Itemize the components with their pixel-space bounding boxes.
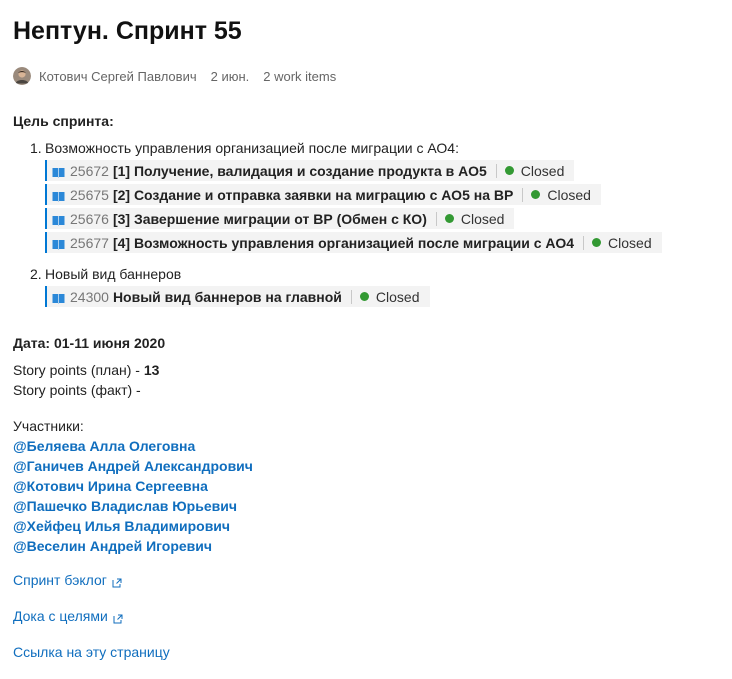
author-avatar[interactable] [13,67,31,85]
closed-state-dot [359,292,369,301]
work-item-title: [4] Возможность управления организацией … [112,234,575,251]
participant-mention[interactable]: @Котович Ирина Сергеевна [13,476,253,496]
participants-heading: Участники: [13,418,84,434]
goal-item: 2. Новый вид баннеров 24300 Новый вид ба… [13,266,713,310]
participant-mention[interactable]: @Беляева Алла Олеговна [13,436,253,456]
participant-mention[interactable]: @Пашечко Владислав Юрьевич [13,496,253,516]
book-icon [52,291,65,304]
participant-mention[interactable]: @Хейфец Илья Владимирович [13,516,253,536]
closed-state-dot [504,166,514,175]
work-item-id: 24300 [70,288,109,305]
work-item-pill[interactable]: 24300 Новый вид баннеров на главной Clos… [45,286,430,307]
goal-text: Новый вид баннеров [45,266,182,282]
goals-doc-link[interactable]: Дока с целями [13,607,170,625]
work-item-title: Новый вид баннеров на главной [112,288,342,305]
goal-number: 1. [30,140,42,156]
sprint-backlog-link-label: Спринт бэклог [13,572,107,588]
closed-state-dot [592,238,602,247]
goal-item: 1. Возможность управления организацией п… [13,140,713,256]
work-item-title: [3] Завершение миграции от ВР (Обмен с К… [112,210,427,227]
book-icon [52,165,65,178]
page-date: 2 июн. [210,68,250,84]
work-item-state: Closed [460,210,505,227]
pill-divider [435,211,437,226]
page-links: Спринт бэклог Дока с целями Ссылка на эт… [13,571,170,679]
page-permalink[interactable]: Ссылка на эту страницу [13,643,170,661]
page-permalink-label: Ссылка на эту страницу [13,644,170,660]
work-items-count: 2 work items [263,68,337,84]
work-item-id: 25672 [70,162,109,179]
author-name[interactable]: Котович Сергей Павлович [39,69,197,84]
participant-mention[interactable]: @Веселин Андрей Игоревич [13,536,253,556]
work-item-list: 24300 Новый вид баннеров на главной Clos… [45,286,713,310]
work-item-pill[interactable]: 25675 [2] Создание и отправка заявки на … [45,184,601,205]
work-item-state: Closed [375,288,420,305]
closed-state-dot [531,190,541,199]
goals-doc-link-label: Дока с целями [13,608,108,624]
book-icon [52,237,65,250]
pill-divider [583,235,585,250]
work-item-id: 25675 [70,186,109,203]
story-points-plan-value: 13 [143,362,160,378]
work-item-pill[interactable]: 25672 [1] Получение, валидация и создани… [45,160,575,181]
work-item-state: Closed [608,234,652,251]
sprint-facts: Дата: 01-11 июня 2020 Story points (план… [13,333,165,400]
work-item-id: 25677 [70,234,109,251]
work-item-pill[interactable]: 25676 [3] Завершение миграции от ВР (Обм… [45,208,515,229]
page-meta: Котович Сергей Павлович 2 июн. 2 work it… [13,66,336,86]
work-item-state: Closed [520,162,565,179]
sprint-backlog-link[interactable]: Спринт бэклог [13,571,170,589]
external-link-icon [112,575,122,588]
pill-divider [495,163,497,178]
work-item-id: 25676 [70,210,109,227]
work-item-title: [2] Создание и отправка заявки на миграц… [112,186,514,203]
story-points-plan-label: Story points (план) - [13,362,144,378]
work-item-title: [1] Получение, валидация и создание прод… [112,162,487,179]
goal-spacer [13,256,713,266]
sprint-date: Дата: 01-11 июня 2020 [13,335,166,351]
book-icon [52,189,65,202]
participant-mention[interactable]: @Ганичев Андрей Александрович [13,456,253,476]
participants-section: Участники: @Беляева Алла Олеговна @Ганич… [13,416,253,556]
page-title: Нептун. Спринт 55 [13,17,242,45]
pill-divider [522,187,524,202]
story-points-fact: Story points (факт) - [13,382,141,398]
goal-number: 2. [30,266,42,282]
closed-state-dot [444,214,454,223]
sprint-goal-heading: Цель спринта: [13,113,114,129]
story-points-plan: Story points (план) - 13 [13,360,165,380]
external-link-icon [113,611,123,624]
work-item-state: Closed [547,186,591,203]
sprint-goals-list: 1. Возможность управления организацией п… [13,140,713,310]
pill-divider [350,289,352,304]
goal-text: Возможность управления организацией посл… [45,140,459,156]
work-item-list: 25672 [1] Получение, валидация и создани… [45,160,713,256]
book-icon [52,213,65,226]
work-item-pill[interactable]: 25677 [4] Возможность управления организ… [45,232,662,253]
